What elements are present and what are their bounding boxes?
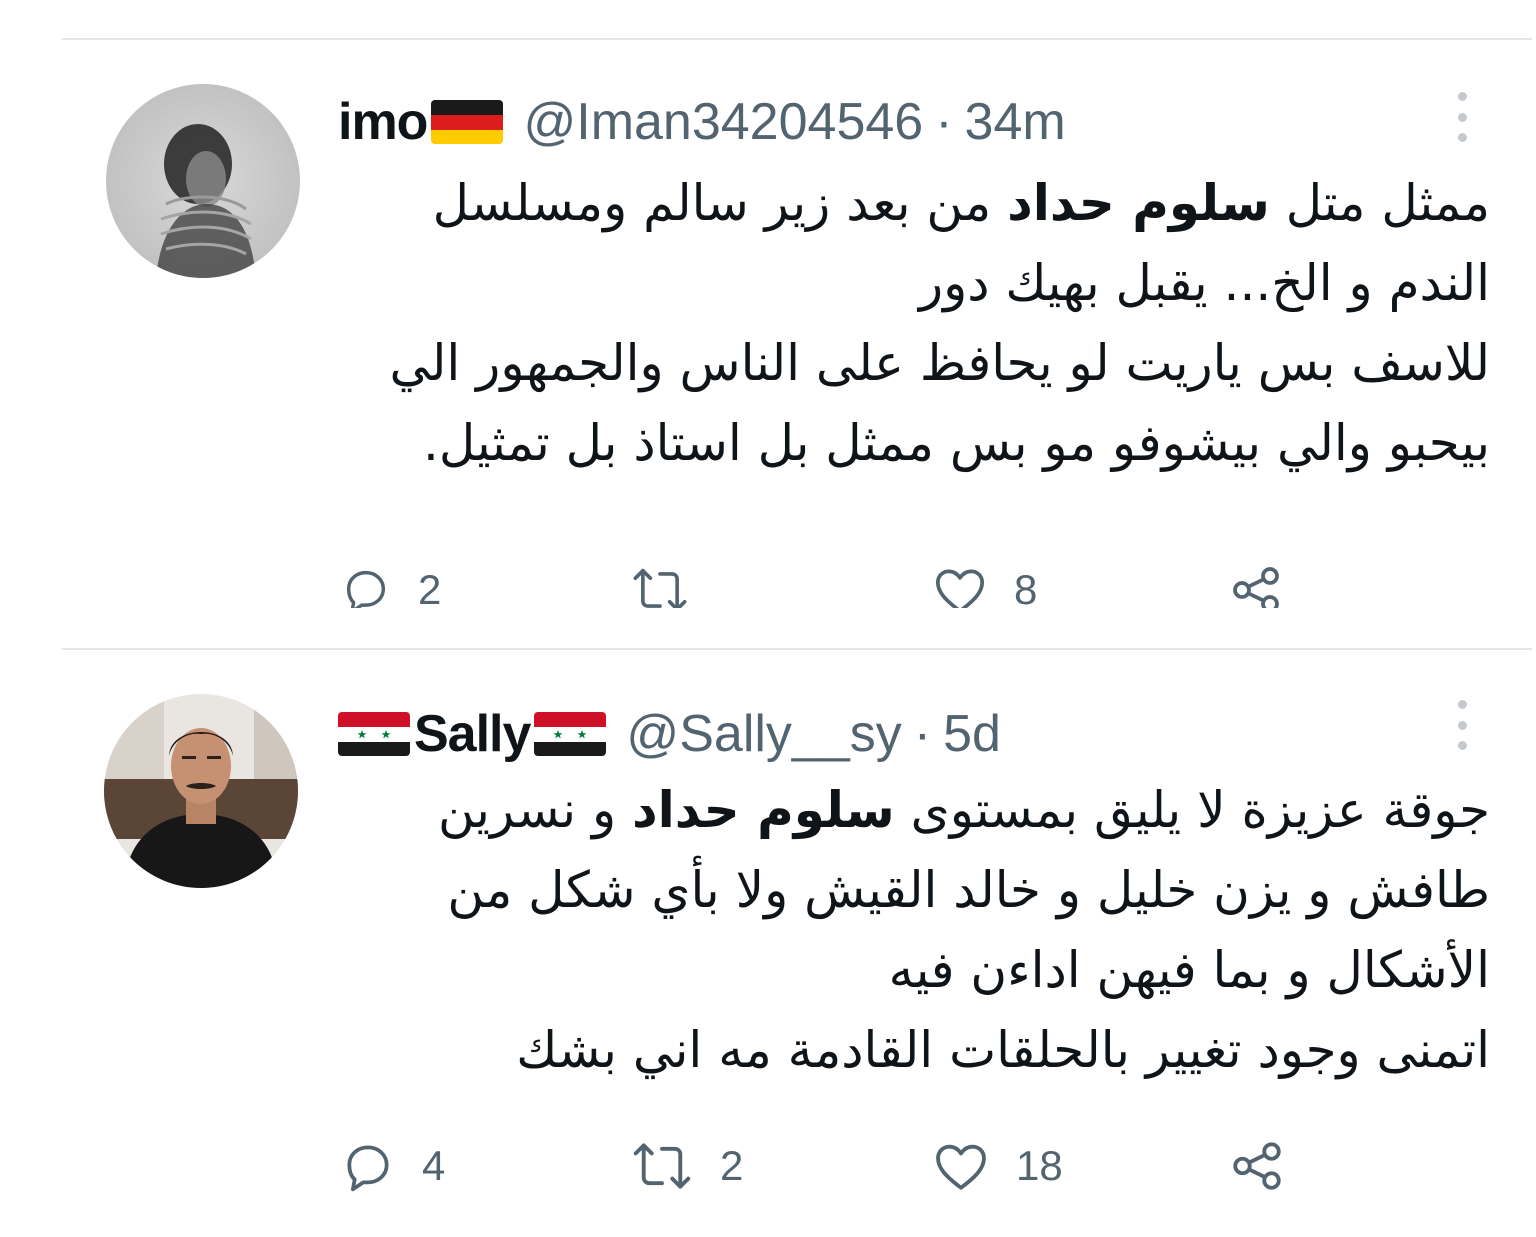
tweet-text: ممثل متل سلوم حداد من بعد زير سالم ومسلس… — [330, 163, 1490, 483]
retweet-count: 2 — [720, 1142, 744, 1189]
share-button[interactable] — [1228, 1136, 1286, 1196]
retweet-icon — [633, 1143, 691, 1189]
heart-icon — [936, 1144, 986, 1190]
tweet-text: جوقة عزيزة لا يليق بمستوى سلوم حداد و نس… — [330, 770, 1490, 1090]
retweet-icon — [633, 568, 687, 608]
share-icon — [1233, 1142, 1281, 1190]
retweet-button[interactable] — [630, 560, 716, 608]
avatar[interactable] — [104, 694, 298, 888]
reply-button[interactable]: 2 — [340, 560, 441, 608]
heart-icon — [935, 569, 985, 608]
reply-button[interactable]: 4 — [340, 1136, 445, 1196]
like-count: 8 — [1014, 566, 1038, 608]
more-options-icon[interactable] — [1452, 92, 1472, 142]
reply-count: 4 — [422, 1142, 446, 1189]
timestamp[interactable]: 34m — [965, 92, 1066, 152]
tweet-text-line: الأشكال و بما فيهن اداءن فيه — [888, 941, 1490, 999]
reply-count: 2 — [418, 566, 442, 608]
tweet-text-line: بيحبو والي بيشوفو مو بس ممثل بل استاذ بل… — [423, 414, 1490, 472]
tweet-text-line: طافش و يزن خليل و خالد القيش ولا بأي شكل… — [447, 861, 1490, 919]
tweet-text-line: ممثل متل سلوم حداد من بعد زير سالم ومسلس… — [432, 174, 1490, 232]
more-options-icon[interactable] — [1452, 700, 1472, 750]
tweet-actions: 4 2 18 — [340, 1136, 1340, 1196]
reply-icon — [347, 1145, 389, 1192]
tweet-header: imo @Iman34204546 · 34m — [338, 92, 1066, 152]
share-button[interactable] — [1228, 560, 1284, 608]
separator-dot: · — [913, 705, 932, 763]
tweet-text-line: جوقة عزيزة لا يليق بمستوى سلوم حداد و نس… — [437, 781, 1490, 839]
display-name[interactable]: imo — [338, 92, 428, 152]
syria-flag-icon — [338, 712, 410, 756]
like-button[interactable]: 18 — [932, 1136, 1063, 1196]
tweet-actions: 2 8 — [340, 556, 1340, 608]
user-handle[interactable]: @Sally__sy — [626, 704, 901, 764]
display-name[interactable]: Sally — [414, 704, 531, 764]
like-button[interactable]: 8 — [932, 560, 1037, 608]
tweet-header: Sally @Sally__sy · 5d — [338, 704, 1001, 764]
tweet[interactable]: Sally @Sally__sy · 5d جوقة عزيزة لا يليق… — [0, 650, 1536, 1237]
tweet-text-line: اتمنى وجود تغيير بالحلقات القادمة مه اني… — [516, 1021, 1490, 1079]
tweet-text-line: للاسف بس ياريت لو يحافظ على الناس والجمه… — [389, 334, 1490, 392]
retweet-button[interactable]: 2 — [630, 1136, 743, 1196]
like-count: 18 — [1016, 1142, 1063, 1189]
tweet[interactable]: imo @Iman34204546 · 34m ممثل متل سلوم حد… — [0, 0, 1536, 650]
germany-flag-icon — [431, 100, 504, 144]
syria-flag-icon — [534, 712, 607, 756]
avatar[interactable] — [106, 84, 300, 278]
share-icon — [1233, 567, 1279, 608]
user-handle[interactable]: @Iman34204546 — [523, 92, 923, 152]
reply-icon — [346, 570, 386, 608]
separator-dot: · — [935, 93, 953, 151]
timestamp[interactable]: 5d — [943, 704, 1001, 764]
tweet-text-line: الندم و الخ... يقبل بهيك دور — [918, 254, 1490, 312]
